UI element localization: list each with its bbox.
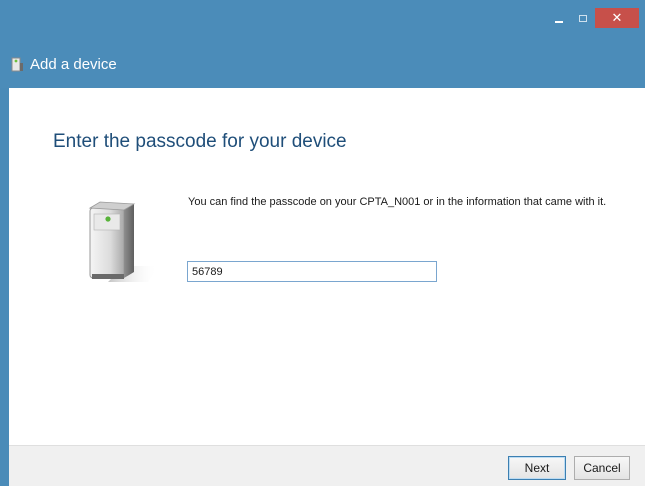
- title-bar[interactable]: ✕ Add a device: [0, 0, 645, 88]
- next-button[interactable]: Next: [508, 456, 566, 480]
- close-icon: ✕: [611, 10, 623, 26]
- window-title: Add a device: [30, 56, 117, 73]
- minimize-button[interactable]: [547, 8, 571, 28]
- add-device-window: ✕ Add a device Enter the passcode for yo…: [0, 0, 645, 486]
- page-heading: Enter the passcode for your device: [53, 131, 347, 152]
- printer-device-icon: [88, 201, 158, 282]
- passcode-instructions: You can find the passcode on your CPTA_N…: [188, 196, 607, 208]
- device-small-icon: [11, 57, 23, 71]
- passcode-input[interactable]: [187, 261, 437, 282]
- maximize-button[interactable]: [571, 8, 595, 28]
- maximize-icon: [579, 14, 587, 22]
- cancel-button[interactable]: Cancel: [574, 456, 630, 480]
- close-button[interactable]: ✕: [595, 8, 639, 28]
- minimize-icon: [555, 21, 563, 23]
- window-title-row: Add a device: [10, 56, 117, 73]
- window-controls: ✕: [547, 8, 639, 30]
